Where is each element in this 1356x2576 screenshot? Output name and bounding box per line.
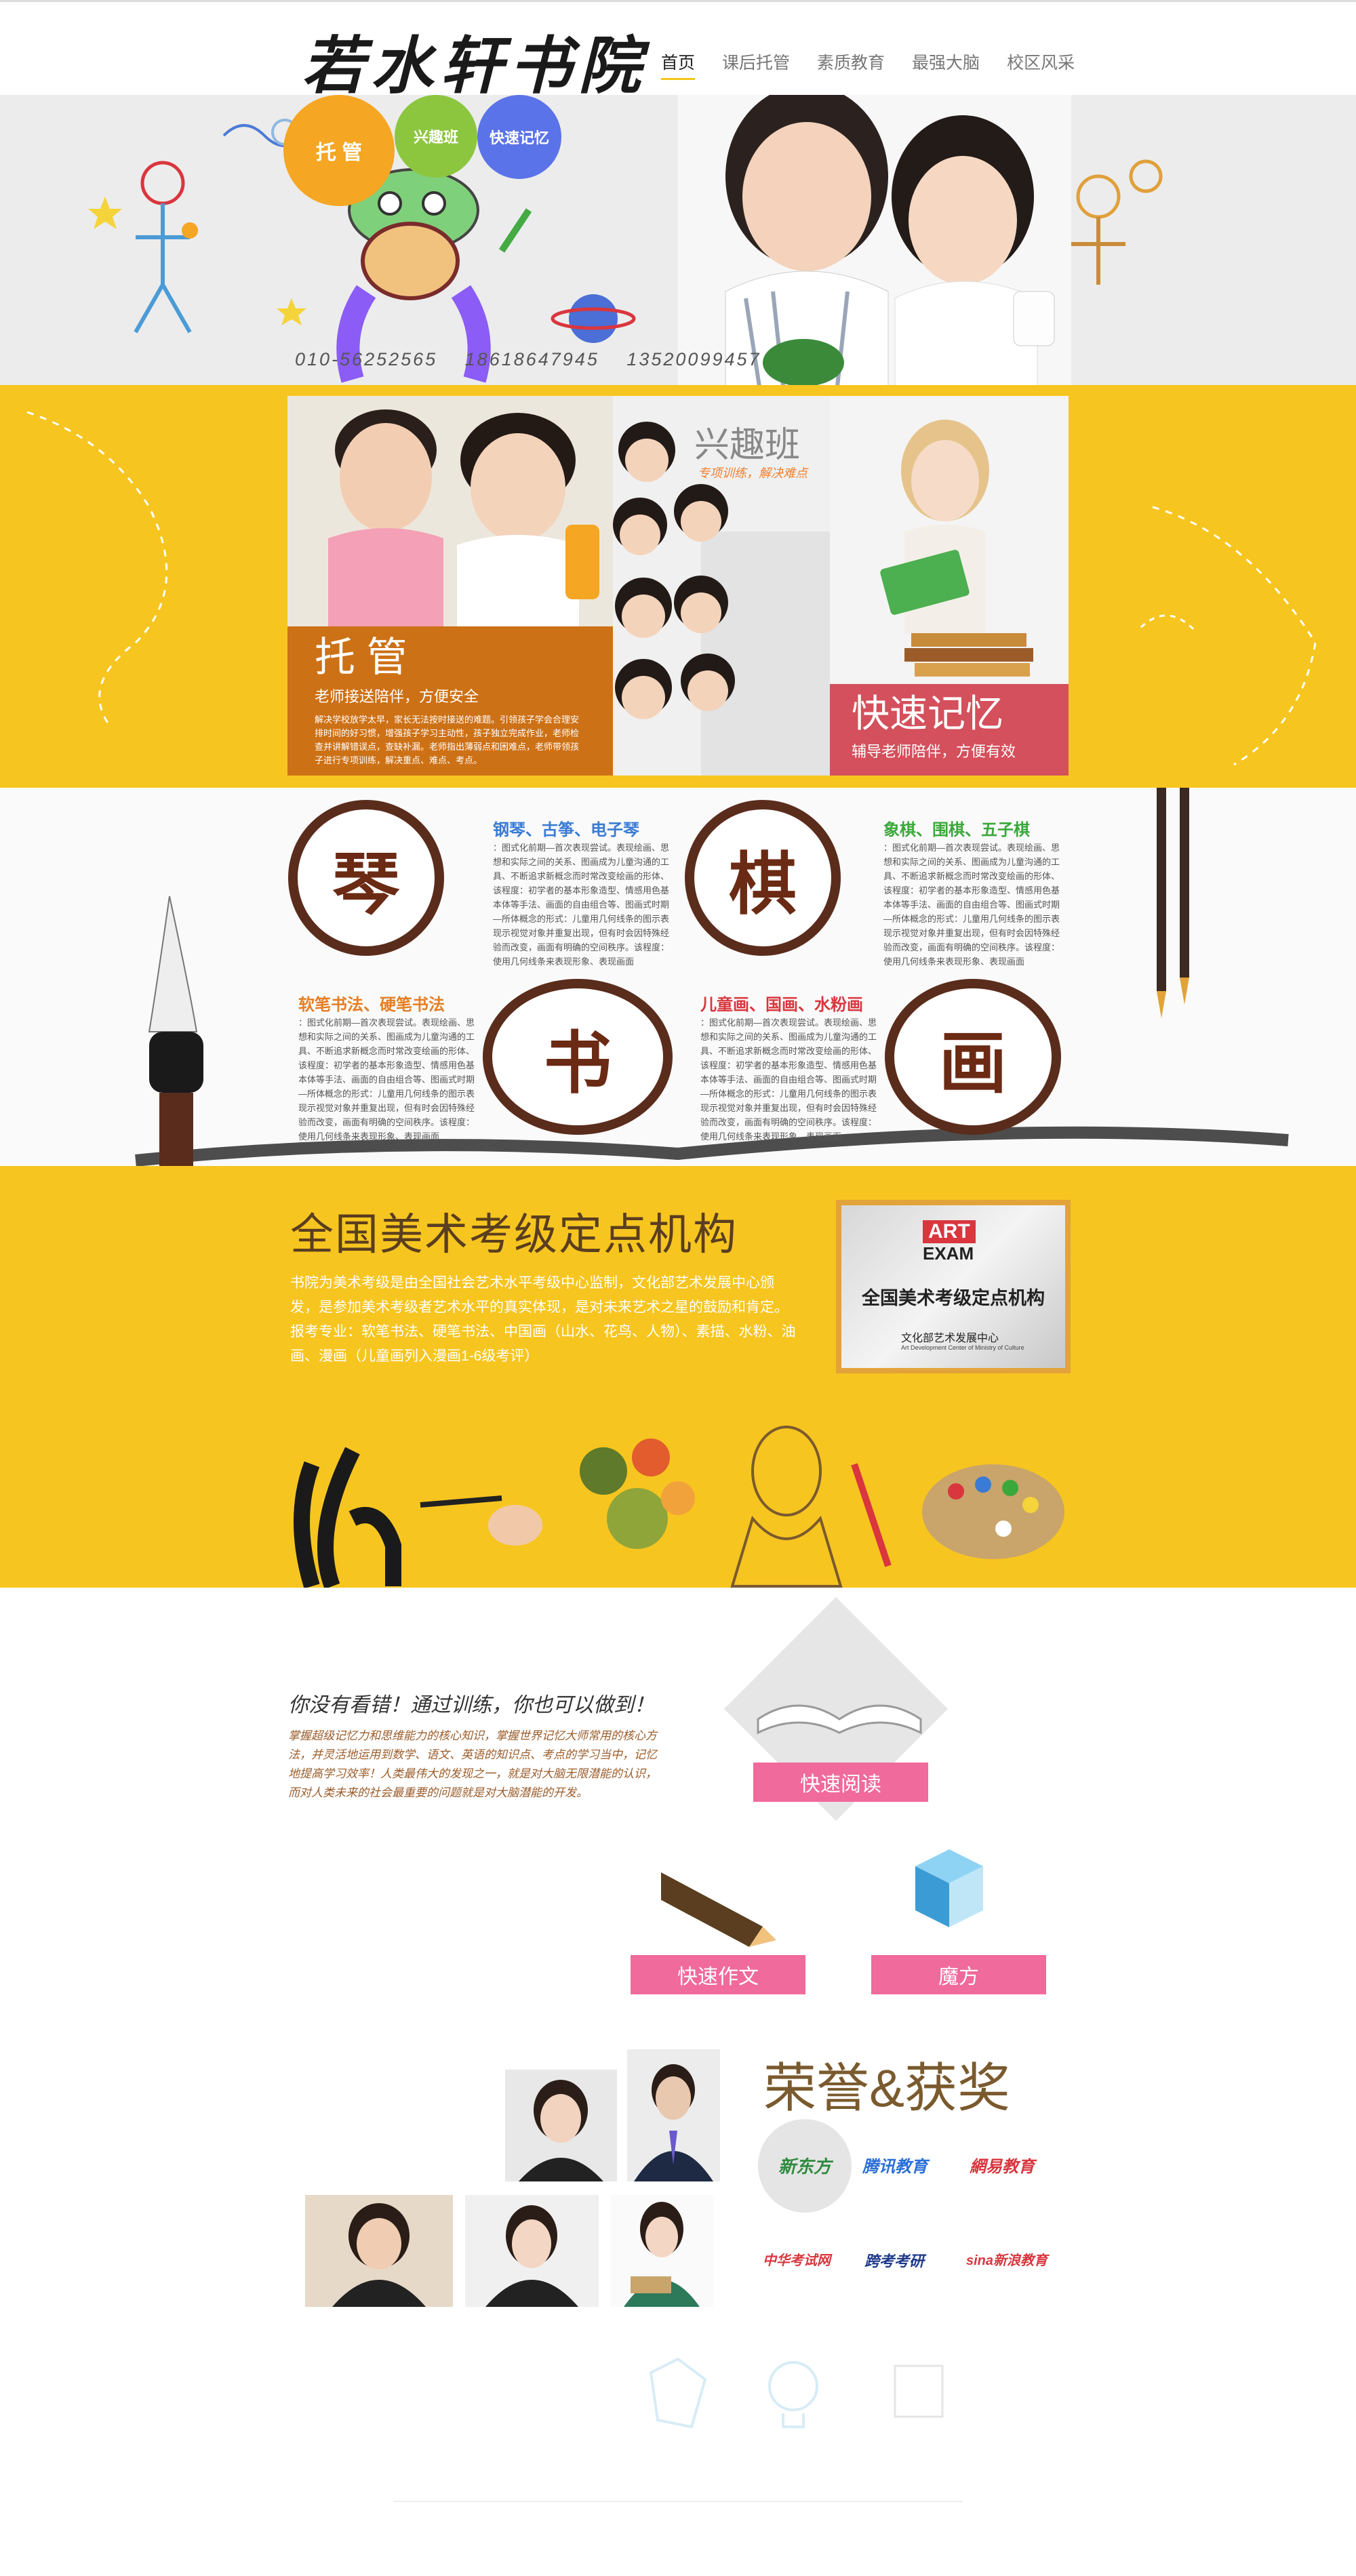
kids-backpack-photo bbox=[287, 396, 613, 626]
teacher-photo-2 bbox=[627, 2049, 720, 2181]
right-doodle-icon bbox=[1071, 159, 1163, 285]
cert-logo-bottom: EXAM bbox=[923, 1243, 974, 1264]
site-header: 若水轩书院 首页 课后托管 素质教育 最强大脑 校区风采 bbox=[0, 0, 1356, 95]
lightbulb-icon bbox=[768, 2361, 818, 2411]
tuoguan-title: 托 管 bbox=[315, 635, 407, 680]
partner-exam-net-logo[interactable]: 中华考试网 bbox=[763, 2249, 831, 2269]
teacher-photo-3 bbox=[305, 2195, 453, 2307]
art-title-calligraphy: 软笔书法、硬笔书法 bbox=[298, 996, 445, 1014]
main-nav: 首页 课后托管 素质教育 最强大脑 校区风采 bbox=[661, 49, 1075, 80]
exam-title: 全国美术考级定点机构 bbox=[290, 1210, 738, 1259]
hero-phone-numbers: 010-56252565 18618647945 13520099457 bbox=[295, 349, 761, 369]
programs-slogan: 你没有看错！通过训练，你也可以做到！ bbox=[288, 1693, 654, 1717]
pencil-hand-icon bbox=[649, 2357, 707, 2429]
girl-reading-photo bbox=[830, 396, 1069, 684]
rubiks-cube-icon bbox=[915, 1849, 983, 1927]
art-text-piano: ：图式化前期—首次表现尝试。表现绘画、思想和实际之间的关系、图画成为儿童沟通的工… bbox=[493, 843, 670, 967]
rubiks-cube-button[interactable]: 魔方 bbox=[871, 1955, 1046, 1994]
exam-certificate: ART EXAM 全国美术考级定点机构 文化部艺术发展中心 Art Develo… bbox=[836, 1200, 1071, 1373]
site-logo[interactable]: 若水轩书院 bbox=[302, 16, 647, 95]
pen-icon bbox=[420, 1495, 502, 1508]
pencil-icon bbox=[661, 1872, 776, 1947]
teacher-photo-1 bbox=[505, 2070, 617, 2181]
programs-text: 掌握超级记忆力和思维能力的核心知识，掌握世界记忆大师常用的核心方法，并灵活地运用… bbox=[288, 1729, 657, 1799]
art-title-piano: 钢琴、古筝、电子琴 bbox=[493, 821, 639, 839]
speed-composition-button[interactable]: 快速作文 bbox=[631, 1955, 805, 1994]
partner-kuakao-logo[interactable]: 跨考考研 bbox=[864, 2249, 924, 2271]
speed-reading-button[interactable]: 快速阅读 bbox=[753, 1763, 928, 1802]
art-title-chess: 象棋、围棋、五子棋 bbox=[883, 821, 1030, 839]
ink-brush-icon bbox=[148, 895, 203, 1166]
partner-xindongfang-logo[interactable]: 新东方 bbox=[778, 2153, 831, 2178]
shu-calligraphy-icon: 书 bbox=[483, 979, 673, 1135]
palette-icon bbox=[922, 1464, 1064, 1559]
xingqu-subtitle: 专项训练，解决难点 bbox=[698, 466, 807, 480]
qr-placeholder-icon bbox=[894, 2364, 944, 2418]
star-doodle-icon bbox=[88, 197, 306, 325]
paintbrush-icon bbox=[851, 1463, 892, 1567]
bubble-tuoguan[interactable]: 托 管 bbox=[283, 95, 395, 206]
tuoguan-info-box: 托 管 老师接送陪伴，方便安全 解决学校放学太早，家长无法按时接送的难题。引领孩… bbox=[287, 626, 613, 776]
partner-netease-edu-logo[interactable]: 網易教育 bbox=[970, 2153, 1035, 2177]
service-xingqu-card[interactable]: 兴趣班 专项训练，解决难点 bbox=[613, 396, 830, 776]
arts-section: 琴 钢琴、古筝、电子琴 ：图式化前期—首次表现尝试。表现绘画、思想和实际之间的关… bbox=[0, 788, 1356, 1166]
calligraphy-pens-icon bbox=[1157, 788, 1189, 1018]
robot-doodle-icon bbox=[336, 168, 532, 383]
teacher-photo-5 bbox=[610, 2195, 713, 2307]
nav-item-quality-edu[interactable]: 素质教育 bbox=[817, 49, 885, 80]
service-tuoguan-card[interactable]: 托 管 老师接送陪伴，方便安全 解决学校放学太早，家长无法按时接送的难题。引领孩… bbox=[287, 396, 613, 776]
kuaisu-info-box: 快速记忆 辅导老师陪伴，方便有效 bbox=[830, 684, 1069, 776]
nav-item-home[interactable]: 首页 bbox=[661, 49, 696, 80]
exam-section: 全国美术考级定点机构 书院为美术考级是由全国社会艺术水平考级中心监制，文化部艺术… bbox=[0, 1166, 1356, 1588]
bubble-xingqu[interactable]: 兴趣班 bbox=[395, 95, 477, 178]
kids-photo-hero bbox=[678, 95, 1071, 385]
brush-ink-decoration bbox=[135, 788, 1289, 1166]
nav-item-campus[interactable]: 校区风采 bbox=[1007, 49, 1075, 80]
nav-item-aftercare[interactable]: 课后托管 bbox=[722, 49, 790, 80]
honors-section: 荣誉&获奖 新东方 腾讯教育 網易教育 中华考试网 跨考考研 sina新浪教育 bbox=[0, 2046, 1356, 2346]
kuaisu-subtitle: 辅导老师陪伴，方便有效 bbox=[852, 743, 1016, 760]
hero-doodles bbox=[88, 95, 1163, 385]
cert-title: 全国美术考级定点机构 bbox=[862, 1288, 1045, 1309]
art-tools-illustration bbox=[294, 1426, 1064, 1588]
art-title-painting: 儿童画、国画、水粉画 bbox=[700, 996, 863, 1014]
hua-painting-icon: 画 bbox=[885, 979, 1061, 1135]
tuoguan-subtitle: 老师接送陪伴，方便安全 bbox=[315, 688, 479, 705]
programs-section: 你没有看错！通过训练，你也可以做到！ 掌握超级记忆力和思维能力的核心知识，掌握世… bbox=[0, 1588, 1356, 2046]
bubble-kuaisu[interactable]: 快速记忆 bbox=[477, 95, 561, 179]
cert-org: 文化部艺术发展中心 bbox=[901, 1333, 999, 1344]
partner-tencent-edu-logo[interactable]: 腾讯教育 bbox=[862, 2153, 928, 2177]
nav-item-brain[interactable]: 最强大脑 bbox=[912, 49, 980, 80]
art-text-chess: ：图式化前期—首次表现尝试。表现绘画、思想和实际之间的关系、图画成为儿童沟通的工… bbox=[883, 843, 1060, 967]
cert-org-en: Art Development Center of Ministry of Cu… bbox=[901, 1344, 1024, 1351]
alien-doodle-icon bbox=[134, 161, 198, 334]
footer-icons bbox=[393, 2357, 963, 2502]
services-section: 托 管 老师接送陪伴，方便安全 解决学校放学太早，家长无法按时接送的难题。引领孩… bbox=[0, 385, 1356, 788]
brush-stroke-icon bbox=[294, 1447, 401, 1588]
teacher-photo-4 bbox=[465, 2195, 599, 2307]
planet-doodle-icon bbox=[551, 294, 636, 343]
qin-piano-icon: 琴 bbox=[288, 800, 444, 956]
hero-banner: 托 管 兴趣班 快速记忆 010-56252565 18618647945 13… bbox=[0, 95, 1356, 385]
xingqu-title: 兴趣班 bbox=[694, 426, 801, 465]
partner-sina-edu-logo[interactable]: sina新浪教育 bbox=[966, 2249, 1048, 2269]
qi-chess-icon: 棋 bbox=[685, 800, 841, 956]
exam-description: 书院为美术考级是由全国社会艺术水平考级中心监制，文化部艺术发展中心颁发，是参加美… bbox=[290, 1275, 796, 1364]
services-panel: 托 管 老师接送陪伴，方便安全 解决学校放学太早，家长无法按时接送的难题。引领孩… bbox=[287, 396, 1069, 776]
sculpture-icon bbox=[730, 1426, 843, 1588]
service-kuaisu-card[interactable]: 快速记忆 辅导老师陪伴，方便有效 bbox=[830, 396, 1069, 776]
tuoguan-desc: 解决学校放学太早，家长无法按时接送的难题。引领孩子学会合理安排时间的好习惯，增强… bbox=[315, 715, 580, 765]
footer bbox=[0, 2346, 1356, 2576]
cert-logo-top: ART bbox=[923, 1220, 976, 1243]
honors-title: 荣誉&获奖 bbox=[763, 2058, 1011, 2118]
art-text-calligraphy: ：图式化前期—首次表现尝试。表现绘画、思想和实际之间的关系、图画成为儿童沟通的工… bbox=[298, 1018, 475, 1142]
art-text-painting: ：图式化前期—首次表现尝试。表现绘画、思想和实际之间的关系、图画成为儿童沟通的工… bbox=[700, 1018, 877, 1142]
kuaisu-title: 快速记忆 bbox=[852, 692, 1003, 735]
flower-painting-icon bbox=[580, 1438, 695, 1549]
